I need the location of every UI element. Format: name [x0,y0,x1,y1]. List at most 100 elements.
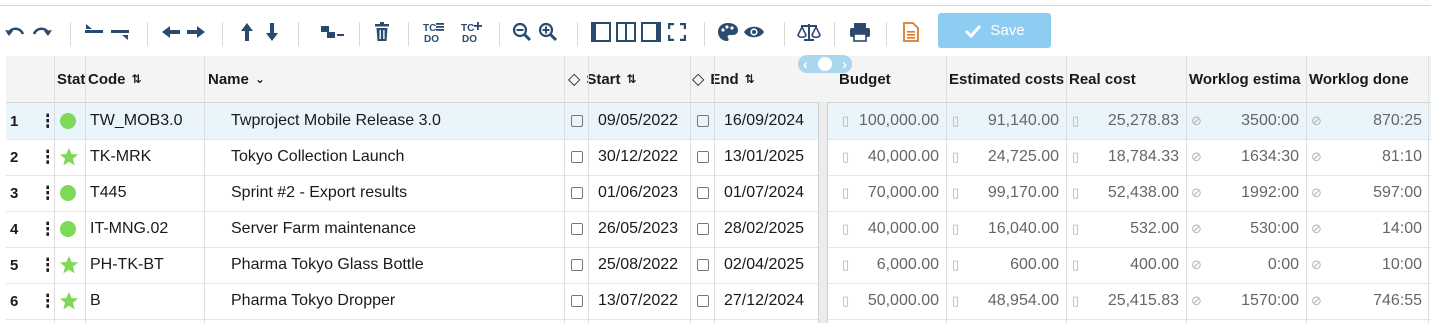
left-panel-icon[interactable] [590,17,612,47]
header-code[interactable]: Code ⇅ [88,56,203,102]
zoom-in-icon[interactable] [537,17,559,47]
zoom-out-icon[interactable] [511,17,533,47]
trash-icon[interactable] [372,17,392,47]
status-star-icon[interactable] [59,283,81,319]
row-menu-icon[interactable]: ⋮ [39,103,49,139]
balance-icon[interactable] [796,17,822,47]
start-milestone-checkbox[interactable] [571,139,585,175]
worklog-done-cell[interactable]: 10:00 [1328,247,1422,283]
end-date-cell[interactable]: 01/07/2024 [724,175,814,211]
outdent-icon[interactable] [82,17,106,47]
move-up-icon[interactable] [237,17,257,47]
budget-cell[interactable]: 50,000.00 [854,283,939,319]
budget-cell[interactable]: 40,000.00 [854,139,939,175]
end-milestone-checkbox[interactable] [697,103,711,139]
name-cell[interactable]: Pharma Tokyo Glass Bottle [231,247,561,283]
header-name[interactable]: Name ⌄ [208,56,563,102]
worklog-estimated-cell[interactable]: 0:00 [1206,247,1299,283]
move-right-icon[interactable] [185,17,207,47]
status-star-icon[interactable] [59,247,81,283]
real-cost-cell[interactable]: 52,438.00 [1084,175,1179,211]
row-menu-icon[interactable]: ⋮ [39,283,49,319]
row-menu-icon[interactable]: ⋮ [39,247,49,283]
eye-icon[interactable] [742,17,766,47]
status-circle-icon[interactable] [59,175,81,211]
table-row[interactable]: 2 ⋮ TK-MRK Tokyo Collection Launch 30/12/202… [6,139,1431,176]
estimated-cost-cell[interactable]: 48,954.00 [964,283,1059,319]
save-button[interactable]: Save [938,13,1051,48]
budget-cell[interactable]: 100,000.00 [854,103,939,139]
budget-cell[interactable]: 6,000.00 [854,247,939,283]
worklog-done-cell[interactable]: 597:00 [1328,175,1422,211]
end-milestone-checkbox[interactable] [697,211,711,247]
budget-cell[interactable]: 40,000.00 [854,211,939,247]
real-cost-cell[interactable]: 532.00 [1084,211,1179,247]
print-icon[interactable] [848,17,872,47]
worklog-estimated-cell[interactable]: 1634:30 [1206,139,1299,175]
name-cell[interactable]: Sprint #2 - Export results [231,175,561,211]
name-cell[interactable]: Server Farm maintenance [231,211,561,247]
header-budget[interactable]: Budget [839,56,944,102]
real-cost-cell[interactable]: 400.00 [1084,247,1179,283]
end-milestone-checkbox[interactable] [697,283,711,319]
end-date-cell[interactable]: 28/02/2025 [724,211,814,247]
real-cost-cell[interactable]: 25,415.83 [1084,283,1179,319]
move-down-icon[interactable] [262,17,282,47]
todo-add-icon[interactable]: TC DO [458,17,484,47]
status-circle-icon[interactable] [59,211,81,247]
panel-splitter[interactable] [818,102,828,323]
worklog-estimated-cell[interactable]: 530:00 [1206,211,1299,247]
start-date-cell[interactable]: 30/12/2022 [598,139,688,175]
worklog-estimated-cell[interactable]: 1570:00 [1206,283,1299,319]
code-cell[interactable]: B [90,283,202,319]
estimated-cost-cell[interactable]: 99,170.00 [964,175,1059,211]
estimated-cost-cell[interactable]: 24,725.00 [964,139,1059,175]
worklog-done-cell[interactable]: 81:10 [1328,139,1422,175]
code-cell[interactable]: IT-MNG.02 [90,211,202,247]
name-cell[interactable]: Twproject Mobile Release 3.0 [231,103,561,139]
end-milestone-checkbox[interactable] [697,139,711,175]
header-status[interactable]: Stat [57,56,87,102]
real-cost-cell[interactable]: 25,278.83 [1084,103,1179,139]
fullscreen-icon[interactable] [666,17,688,47]
undo-icon[interactable] [4,17,26,47]
code-cell[interactable]: TW_MOB3.0 [90,103,202,139]
row-menu-icon[interactable]: ⋮ [39,139,49,175]
document-icon[interactable] [900,17,922,47]
code-cell[interactable]: PH-TK-BT [90,247,202,283]
start-date-cell[interactable]: 26/05/2023 [598,211,688,247]
header-start[interactable]: ◇ Start ⇅ [568,56,688,102]
end-date-cell[interactable]: 16/09/2024 [724,103,814,139]
real-cost-cell[interactable]: 18,784.33 [1084,139,1179,175]
estimated-cost-cell[interactable]: 91,140.00 [964,103,1059,139]
start-milestone-checkbox[interactable] [571,247,585,283]
budget-cell[interactable]: 70,000.00 [854,175,939,211]
both-panels-icon[interactable] [615,17,637,47]
table-row[interactable]: 6 ⋮ B Pharma Tokyo Dropper 13/07/2022 27/12/2… [6,283,1431,320]
name-cell[interactable]: Tokyo Collection Launch [231,139,561,175]
todo-list-icon[interactable]: TC DO [420,17,446,47]
estimated-cost-cell[interactable]: 16,040.00 [964,211,1059,247]
name-cell[interactable]: Pharma Tokyo Dropper [231,283,561,319]
end-date-cell[interactable]: 13/01/2025 [724,139,814,175]
worklog-done-cell[interactable]: 746:55 [1328,283,1422,319]
header-estimated[interactable]: Estimated costs [949,56,1067,102]
table-row[interactable]: 4 ⋮ IT-MNG.02 Server Farm maintenance 26/05/… [6,211,1431,248]
end-date-cell[interactable]: 02/04/2025 [724,247,814,283]
redo-icon[interactable] [30,17,54,47]
code-cell[interactable]: T445 [90,175,202,211]
worklog-estimated-cell[interactable]: 3500:00 [1206,103,1299,139]
header-real[interactable]: Real cost [1069,56,1184,102]
start-milestone-checkbox[interactable] [571,211,585,247]
add-child-icon[interactable] [316,17,346,47]
start-date-cell[interactable]: 25/08/2022 [598,247,688,283]
splitter-handle[interactable]: ‹ › [798,55,852,73]
worklog-done-cell[interactable]: 870:25 [1328,103,1422,139]
start-milestone-checkbox[interactable] [571,103,585,139]
header-worklog-est[interactable]: Worklog estima [1189,56,1307,102]
table-row[interactable]: 3 ⋮ T445 Sprint #2 - Export results 01/06/20… [6,175,1431,212]
start-milestone-checkbox[interactable] [571,175,585,211]
estimated-cost-cell[interactable]: 600.00 [964,247,1059,283]
start-date-cell[interactable]: 13/07/2022 [598,283,688,319]
palette-icon[interactable] [716,17,740,47]
